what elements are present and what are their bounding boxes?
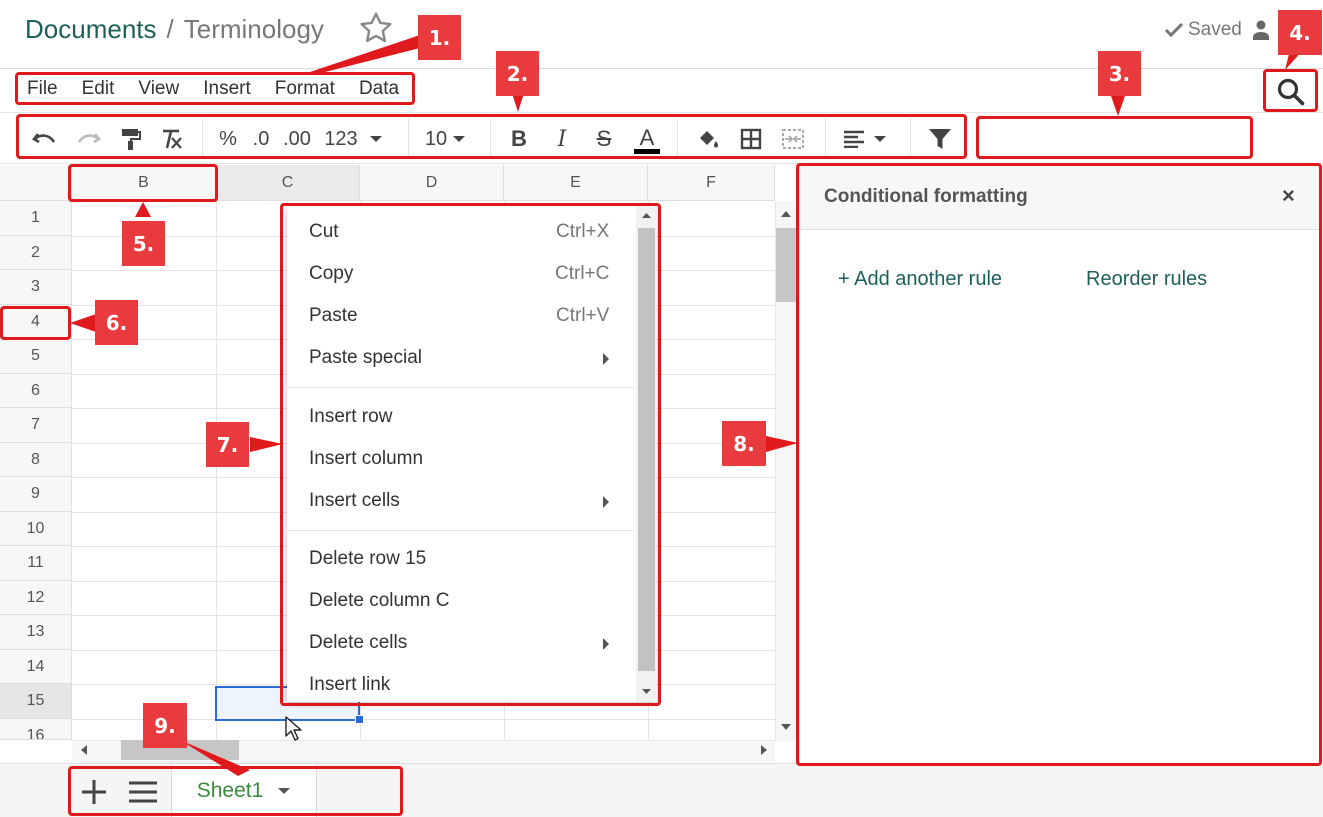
grid-line xyxy=(216,201,217,741)
annotation-box-panel xyxy=(796,163,1322,766)
vertical-scroll-thumb[interactable] xyxy=(776,228,796,302)
annotation-label-7: 7. xyxy=(206,422,249,467)
scroll-left-icon[interactable] xyxy=(80,744,88,756)
annotation-label-5: 5. xyxy=(122,221,165,266)
row-header[interactable]: 9 xyxy=(0,477,72,512)
annotation-box-search xyxy=(1263,69,1318,112)
row-header[interactable]: 2 xyxy=(0,236,72,270)
scroll-up-icon[interactable] xyxy=(780,210,792,218)
column-header-f[interactable]: F xyxy=(648,165,775,201)
row-header[interactable]: 7 xyxy=(0,408,72,443)
corner-cell[interactable] xyxy=(0,165,72,201)
annotation-label-3: 3. xyxy=(1098,51,1141,96)
row-header[interactable]: 10 xyxy=(0,512,72,546)
check-icon xyxy=(1165,23,1183,37)
annotation-box-column xyxy=(68,164,218,202)
fill-handle[interactable] xyxy=(355,715,364,724)
annotation-box-context-menu xyxy=(280,203,661,706)
row-header[interactable]: 15 xyxy=(0,684,72,719)
row-header[interactable]: 8 xyxy=(0,443,72,477)
row-header[interactable]: 16 xyxy=(0,719,72,740)
row-header[interactable]: 12 xyxy=(0,581,72,615)
annotation-box-toolbar xyxy=(16,114,967,159)
star-icon[interactable] xyxy=(358,10,394,46)
row-header[interactable]: 14 xyxy=(0,650,72,684)
scroll-right-icon[interactable] xyxy=(760,744,768,756)
annotation-label-2: 2. xyxy=(496,51,539,96)
column-header-e[interactable]: E xyxy=(504,165,648,201)
saved-label: Saved xyxy=(1188,19,1242,40)
column-header-d[interactable]: D xyxy=(360,165,504,201)
row-header[interactable]: 11 xyxy=(0,546,72,581)
column-header-c[interactable]: C xyxy=(216,165,360,201)
breadcrumb-current: Terminology xyxy=(183,14,324,44)
annotation-label-9: 9. xyxy=(143,703,187,748)
row-header[interactable]: 3 xyxy=(0,270,72,305)
annotation-box-menu-bar xyxy=(15,72,415,105)
breadcrumb-separator: / xyxy=(166,14,174,44)
annotation-label-1: 1. xyxy=(418,15,461,60)
row-header[interactable]: 1 xyxy=(0,201,72,236)
annotation-label-4: 4. xyxy=(1278,10,1322,55)
annotation-box-sheet-bar xyxy=(68,766,403,816)
saved-status: Saved xyxy=(1165,19,1242,41)
breadcrumb: Documents / Terminology xyxy=(25,14,324,45)
mouse-cursor-icon xyxy=(285,716,302,741)
annotation-box-formula xyxy=(976,116,1253,159)
annotation-label-6: 6. xyxy=(95,300,138,345)
breadcrumb-root[interactable]: Documents xyxy=(25,14,157,45)
user-icon[interactable] xyxy=(1253,20,1269,40)
row-header[interactable]: 13 xyxy=(0,615,72,650)
annotation-label-8: 8. xyxy=(722,421,766,466)
row-header[interactable]: 6 xyxy=(0,374,72,408)
scroll-down-icon[interactable] xyxy=(780,723,792,731)
row-header[interactable]: 5 xyxy=(0,339,72,374)
annotation-box-row xyxy=(0,306,71,340)
